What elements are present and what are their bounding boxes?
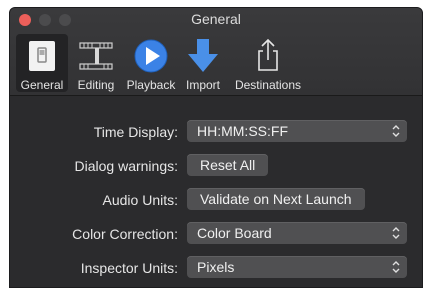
color-correction-popup[interactable]: Color Board [187, 222, 407, 244]
color-correction-row: Color Correction: Color Board [10, 222, 422, 250]
chevron-up-down-icon [392, 227, 400, 239]
inspector-units-row: Inspector Units: Pixels [10, 256, 422, 284]
tab-editing-label: Editing [77, 78, 115, 92]
tab-playback[interactable]: Playback [122, 34, 180, 92]
color-correction-value: Color Board [197, 225, 272, 241]
time-display-row: Time Display: HH:MM:SS:FF [10, 120, 422, 148]
window-title: General [191, 11, 241, 27]
general-switch-icon [29, 41, 55, 71]
chevron-up-down-icon [392, 125, 400, 137]
film-strip-icon [79, 42, 113, 70]
tab-general[interactable]: General [16, 34, 68, 92]
tab-playback-label: Playback [126, 78, 176, 92]
tab-destinations-label: Destinations [234, 78, 302, 92]
validate-on-next-launch-button[interactable]: Validate on Next Launch [187, 188, 365, 210]
tab-editing[interactable]: Editing [70, 34, 122, 92]
tab-import[interactable]: Import [180, 34, 226, 92]
color-correction-label: Color Correction: [72, 226, 178, 242]
time-display-popup[interactable]: HH:MM:SS:FF [187, 120, 407, 142]
audio-units-row: Audio Units: Validate on Next Launch [10, 188, 422, 216]
dialog-warnings-label: Dialog warnings: [74, 158, 179, 174]
tab-destinations[interactable]: Destinations [226, 34, 310, 92]
audio-units-label: Audio Units: [102, 192, 178, 208]
time-display-value: HH:MM:SS:FF [197, 123, 288, 139]
reset-all-button[interactable]: Reset All [187, 154, 269, 176]
play-icon [134, 39, 168, 73]
down-arrow-icon [188, 39, 218, 72]
inspector-units-value: Pixels [197, 259, 235, 275]
tab-import-label: Import [185, 78, 220, 92]
preferences-window: General General Editing Playback Import … [9, 7, 423, 288]
inspector-units-popup[interactable]: Pixels [187, 256, 407, 278]
tab-general-label: General [20, 78, 64, 92]
inspector-units-label: Inspector Units: [80, 260, 178, 276]
chevron-up-down-icon [392, 261, 400, 273]
share-icon [258, 38, 278, 71]
time-display-label: Time Display: [93, 124, 178, 140]
dialog-warnings-row: Dialog warnings: Reset All [10, 154, 422, 182]
preferences-toolbar: General General Editing Playback Import … [10, 8, 422, 96]
